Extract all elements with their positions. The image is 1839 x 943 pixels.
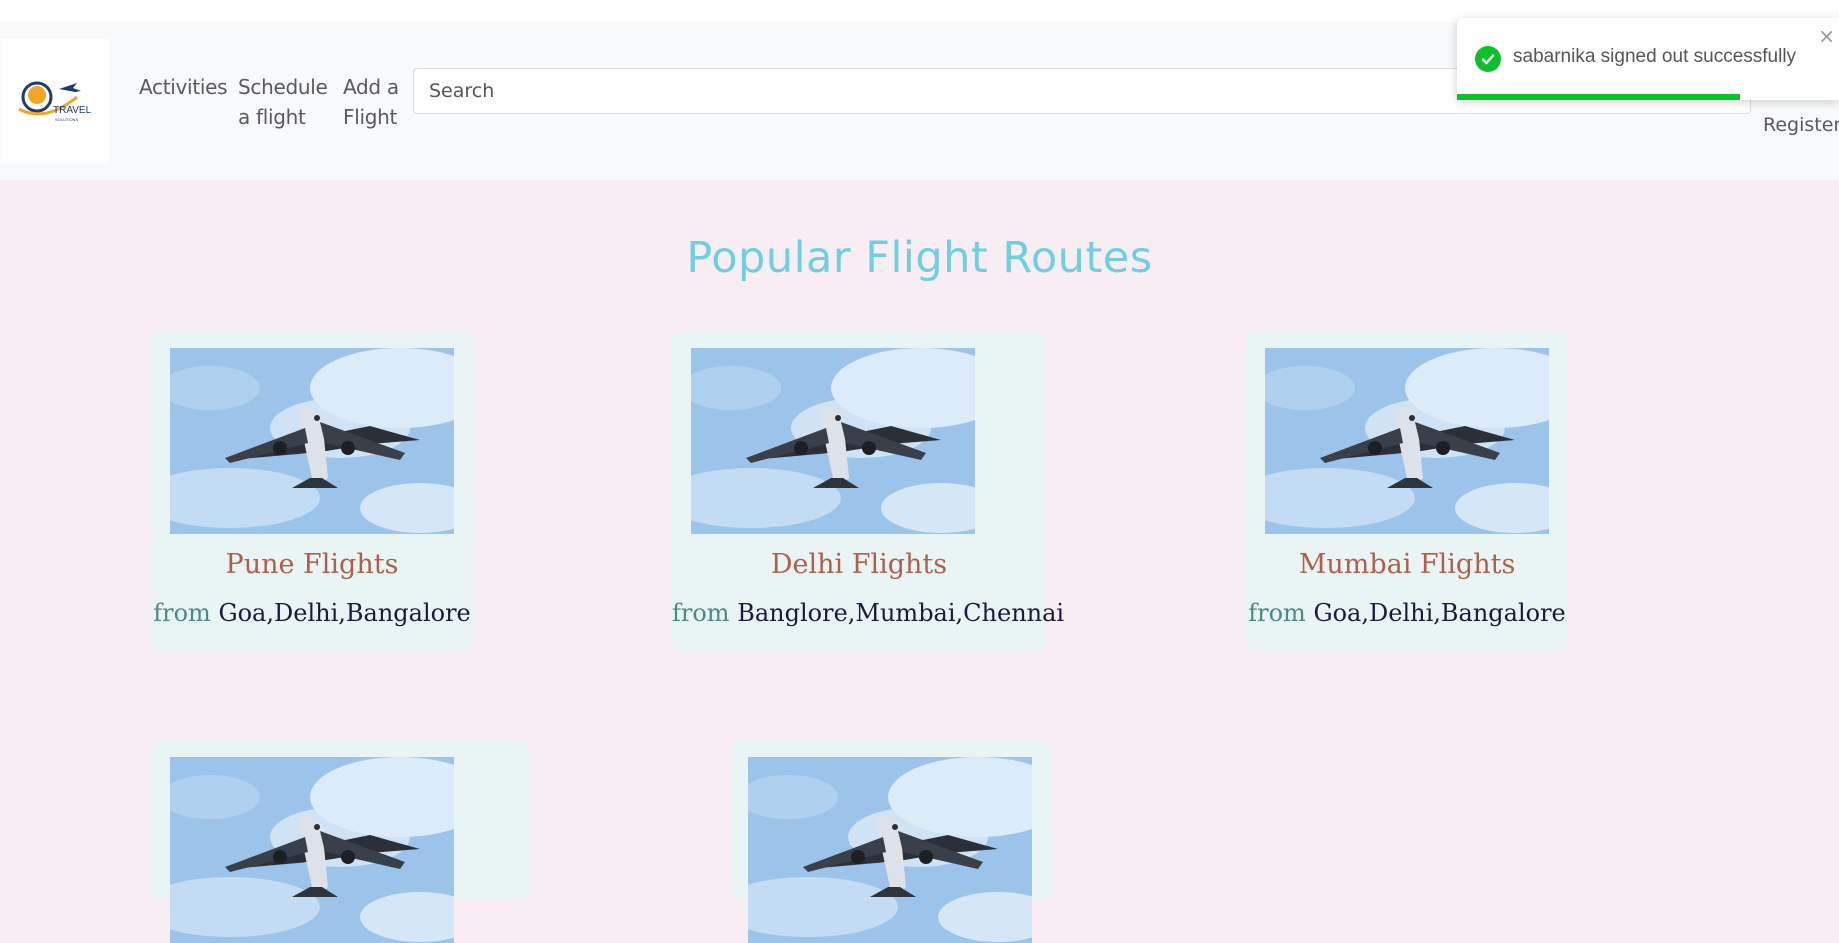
airplane-photo bbox=[170, 757, 454, 943]
toast-message: sabarnika signed out successfully bbox=[1513, 46, 1797, 67]
nav-activities[interactable]: Activities bbox=[139, 72, 228, 102]
airplane-photo bbox=[748, 757, 1032, 943]
nav-schedule-flight[interactable]: Schedule a flight bbox=[238, 72, 328, 132]
route-card[interactable]: Pune Flights from Goa,Delhi,Bangalore bbox=[151, 331, 473, 651]
airplane-photo bbox=[691, 348, 975, 534]
svg-text:TRAVEL: TRAVEL bbox=[53, 105, 92, 116]
route-card[interactable]: Mumbai Flights from Goa,Delhi,Bangalore bbox=[1246, 331, 1568, 651]
airplane-photo bbox=[1265, 348, 1549, 534]
nav-schedule-line1: Schedule bbox=[238, 75, 328, 99]
route-origins: from Goa,Delhi,Bangalore bbox=[1246, 599, 1568, 627]
origin-cities: Goa,Delhi,Bangalore bbox=[1313, 599, 1566, 627]
success-check-icon bbox=[1475, 46, 1501, 72]
close-icon[interactable]: × bbox=[1818, 24, 1835, 48]
route-origins: from Banglore,Mumbai,Chennai bbox=[672, 599, 1064, 627]
from-label: from bbox=[1248, 599, 1306, 627]
brand-logo[interactable]: TRAVEL SOLUTIONS bbox=[1, 39, 109, 163]
route-origins: from Goa,Delhi,Bangalore bbox=[151, 599, 473, 627]
nav-schedule-line2: a flight bbox=[238, 105, 306, 129]
svg-text:SOLUTIONS: SOLUTIONS bbox=[55, 117, 78, 122]
airplane-photo bbox=[170, 348, 454, 534]
nav-add-flight[interactable]: Add a Flight bbox=[343, 72, 399, 132]
route-title: Pune Flights bbox=[225, 549, 399, 580]
origin-cities: Banglore,Mumbai,Chennai bbox=[737, 599, 1065, 627]
route-title: Mumbai Flights bbox=[1298, 549, 1516, 580]
nav-add-line2: Flight bbox=[343, 105, 398, 129]
origin-cities: Goa,Delhi,Bangalore bbox=[218, 599, 471, 627]
from-label: from bbox=[672, 599, 730, 627]
page-heading: Popular Flight Routes bbox=[686, 233, 1153, 283]
nav-add-line1: Add a bbox=[343, 75, 399, 99]
from-label: from bbox=[153, 599, 211, 627]
route-title: Delhi Flights bbox=[770, 549, 948, 580]
toast-progress-bar bbox=[1457, 94, 1740, 100]
toast-notification: sabarnika signed out successfully × bbox=[1457, 18, 1839, 100]
route-card[interactable]: Delhi Flights from Banglore,Mumbai,Chenn… bbox=[672, 331, 1064, 651]
register-link[interactable]: Register bbox=[1763, 114, 1839, 136]
travel-logo-icon: TRAVEL SOLUTIONS bbox=[18, 81, 92, 122]
route-card[interactable] bbox=[729, 740, 1051, 943]
route-card[interactable] bbox=[151, 740, 529, 943]
